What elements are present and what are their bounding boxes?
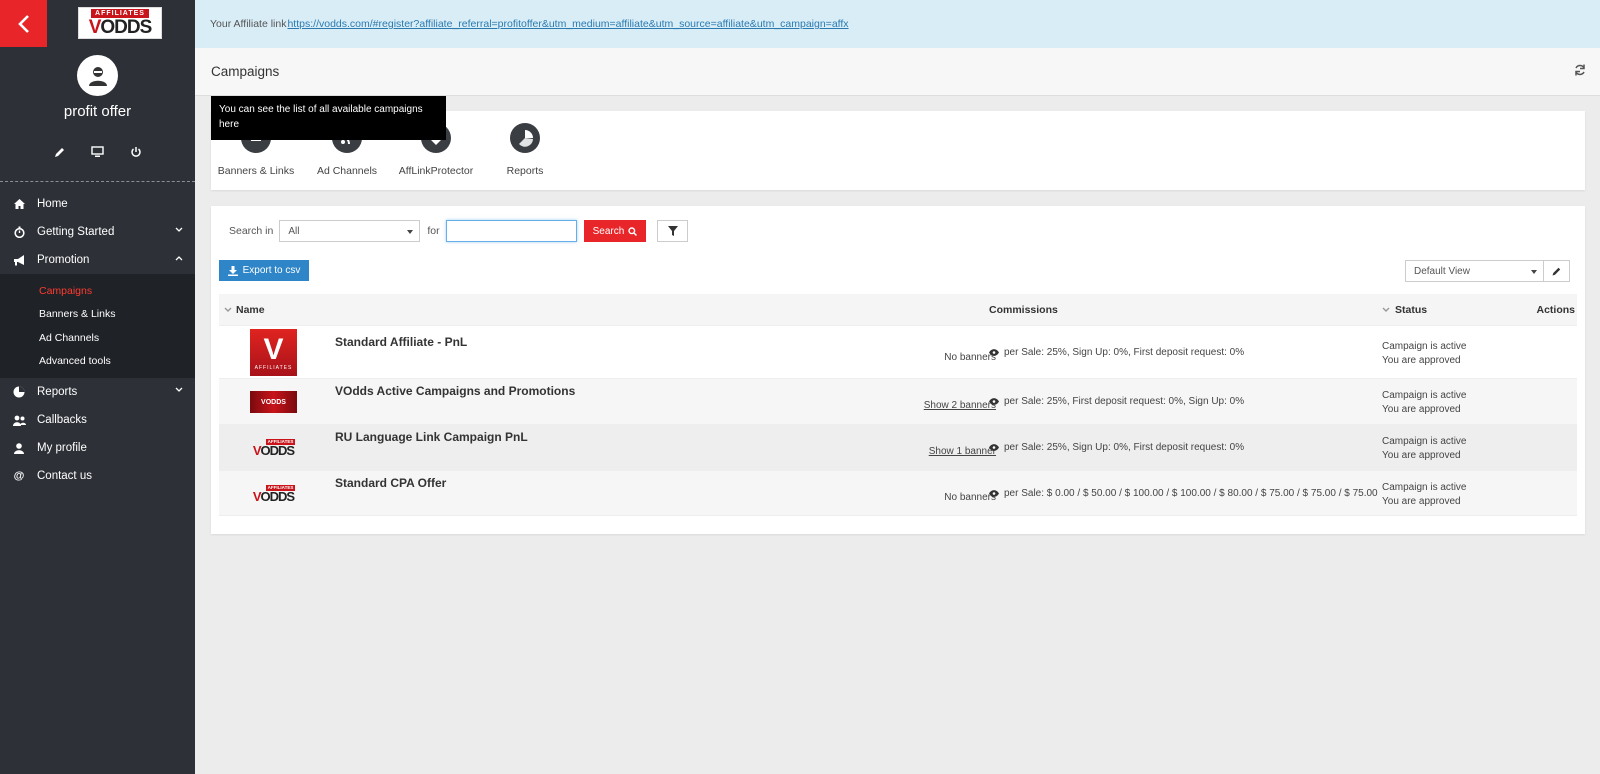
campaign-thumbnail[interactable]: VODDS <box>250 391 297 413</box>
stopwatch-icon <box>13 226 25 238</box>
campaigns-table: Name Commissions Status Actions V AFFILI… <box>219 294 1577 516</box>
campaigns-tooltip: You can see the list of all available ca… <box>211 96 446 140</box>
chevron-down-icon <box>175 387 183 392</box>
home-icon <box>13 199 25 209</box>
pencil-icon <box>1552 267 1561 275</box>
subnav-item-ad-channels[interactable]: Ad Channels <box>0 326 195 350</box>
nav-item-promotion[interactable]: Promotion <box>0 246 195 274</box>
campaign-name[interactable]: RU Language Link Campaign PnL <box>335 430 528 444</box>
tile-reports[interactable]: Reports <box>480 123 570 177</box>
page-header: Campaigns <box>195 48 1600 96</box>
avatar[interactable] <box>77 55 118 96</box>
at-icon: @ <box>13 470 25 482</box>
chevron-left-icon <box>17 14 29 33</box>
users-icon <box>12 415 26 426</box>
show-banners-link[interactable]: Show 1 banner <box>929 446 996 457</box>
back-button[interactable] <box>0 0 47 47</box>
subnav-item-advanced-tools[interactable]: Advanced tools <box>0 350 195 374</box>
subnav-item-campaigns[interactable]: Campaigns <box>0 279 195 303</box>
nav-item-getting-started[interactable]: Getting Started <box>0 218 195 246</box>
status-info: Campaign is active You are approved <box>1382 341 1467 366</box>
pencil-icon <box>55 147 64 157</box>
campaign-name[interactable]: Standard Affiliate - PnL <box>335 335 467 349</box>
pie-chart-icon <box>13 386 25 398</box>
chevron-up-icon <box>175 256 183 261</box>
sidebar: AFFILIATES VODDS profit offer Home Getti… <box>0 0 195 774</box>
campaigns-panel: Search in All for Search Export to csv D… <box>211 206 1585 534</box>
eye-icon <box>989 490 999 497</box>
table-row: AFFILIATES VODDS RU Language Link Campai… <box>219 425 1577 471</box>
search-field-select[interactable]: All <box>279 220 421 242</box>
search-row: Search in All for Search <box>229 220 689 242</box>
eye-icon <box>989 349 999 356</box>
caret-down-icon <box>1531 270 1537 274</box>
search-in-label: Search in <box>229 225 274 237</box>
refresh-button[interactable] <box>1574 64 1586 79</box>
nav-item-home[interactable]: Home <box>0 190 195 218</box>
for-label: for <box>427 225 440 237</box>
status-info: Campaign is active You are approved <box>1382 436 1467 461</box>
table-row: VODDS VOdds Active Campaigns and Promoti… <box>219 379 1577 425</box>
commission-info: per Sale: 25%, Sign Up: 0%, First deposi… <box>989 347 1382 358</box>
user-name: profit offer <box>63 103 132 120</box>
chevron-down-icon <box>175 227 183 232</box>
caret-down-icon <box>407 230 414 234</box>
commission-info: per Sale: 25%, Sign Up: 0%, First deposi… <box>989 442 1382 453</box>
filter-button[interactable] <box>657 220 689 242</box>
user-actions <box>0 144 195 160</box>
bullhorn-icon <box>14 254 24 265</box>
filter-icon <box>667 226 678 236</box>
nav-item-callbacks[interactable]: Callbacks <box>0 406 195 434</box>
campaign-name[interactable]: VOdds Active Campaigns and Promotions <box>335 384 575 398</box>
person-icon <box>14 442 24 454</box>
column-header-commissions[interactable]: Commissions <box>989 304 1058 316</box>
power-icon <box>130 147 141 157</box>
download-icon <box>227 265 238 276</box>
monitor-icon <box>91 146 104 157</box>
column-header-actions: Actions <box>1536 304 1575 316</box>
affiliate-link[interactable]: https://vodds.com/#register?affiliate_re… <box>287 18 848 30</box>
refresh-icon <box>1575 64 1585 76</box>
eye-icon <box>989 398 999 405</box>
table-row: AFFILIATES VODDS Standard CPA Offer No b… <box>219 471 1577 516</box>
brand-logo[interactable]: AFFILIATES VODDS <box>78 7 162 39</box>
table-row: V AFFILIATES Standard Affiliate - PnL No… <box>219 326 1577 379</box>
sort-chevron-icon <box>224 307 232 312</box>
campaign-thumbnail[interactable]: V AFFILIATES <box>250 329 297 376</box>
campaign-thumbnail[interactable]: AFFILIATES VODDS <box>250 439 297 457</box>
nav-item-contact-us[interactable]: @ Contact us <box>0 462 195 490</box>
sort-chevron-icon <box>1382 307 1390 312</box>
table-header: Name Commissions Status Actions <box>219 294 1577 326</box>
nav-item-my-profile[interactable]: My profile <box>0 434 195 462</box>
pie-chart-icon <box>510 123 540 153</box>
subnav-item-banners-links[interactable]: Banners & Links <box>0 303 195 327</box>
edit-view-button[interactable] <box>1543 260 1570 282</box>
column-header-status[interactable]: Status <box>1395 304 1427 316</box>
affiliate-link-label: Your Affiliate link <box>210 18 287 30</box>
monitor-button[interactable] <box>89 144 107 160</box>
commission-info: per Sale: 25%, First deposit request: 0%… <box>989 396 1382 407</box>
commission-info: per Sale: $ 0.00 / $ 50.00 / $ 100.00 / … <box>989 488 1382 499</box>
promotion-submenu: Campaigns Banners & Links Ad Channels Ad… <box>0 274 195 378</box>
edit-profile-button[interactable] <box>51 144 69 160</box>
status-info: Campaign is active You are approved <box>1382 482 1467 507</box>
page-title: Campaigns <box>211 64 280 79</box>
nav-item-reports[interactable]: Reports <box>0 378 195 406</box>
column-header-name[interactable]: Name <box>236 304 265 316</box>
sidebar-divider <box>0 181 195 182</box>
status-info: Campaign is active You are approved <box>1382 390 1467 415</box>
campaign-thumbnail[interactable]: AFFILIATES VODDS <box>250 485 297 503</box>
view-select[interactable]: Default View <box>1405 260 1544 282</box>
main-nav: Home Getting Started Promotion Campaigns… <box>0 190 195 490</box>
eye-icon <box>989 444 999 451</box>
logout-button[interactable] <box>127 144 145 160</box>
export-csv-button[interactable]: Export to csv <box>219 260 309 281</box>
show-banners-link[interactable]: Show 2 banners <box>924 400 996 411</box>
search-input[interactable] <box>445 220 577 242</box>
search-button[interactable]: Search <box>583 220 647 242</box>
affiliate-link-bar: Your Affiliate link https://vodds.com/#r… <box>195 0 1600 48</box>
user-icon <box>88 66 107 86</box>
campaign-name[interactable]: Standard CPA Offer <box>335 476 446 490</box>
search-icon <box>628 226 638 236</box>
